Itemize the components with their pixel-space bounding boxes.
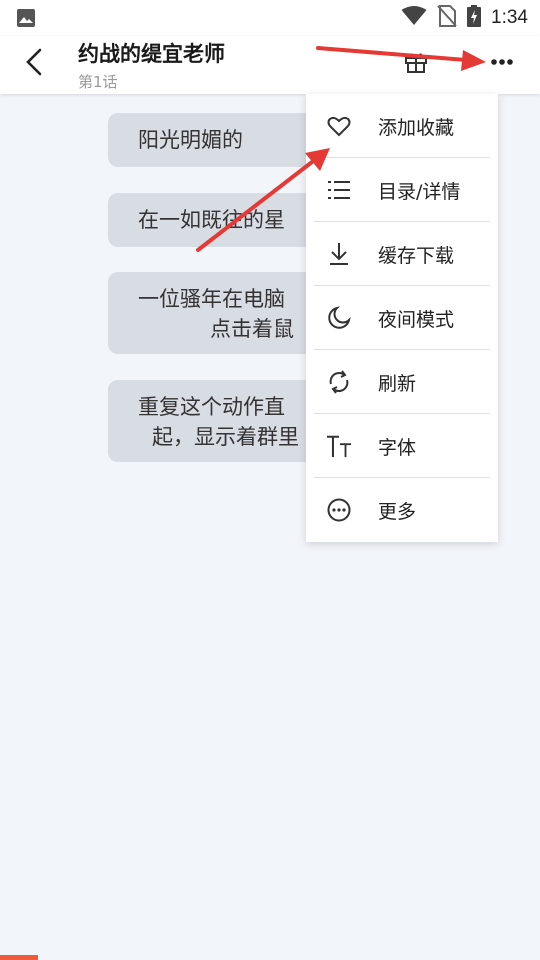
status-time: 1:34 [491, 7, 528, 28]
menu-item-download[interactable]: 缓存下载 [314, 222, 490, 286]
image-notification-icon [16, 8, 36, 32]
battery-icon [467, 5, 482, 31]
back-button[interactable] [16, 44, 52, 80]
menu-item-label: 刷新 [378, 372, 417, 395]
menu-item-more[interactable]: 更多 [314, 478, 490, 542]
menu-item-refresh[interactable]: 刷新 [314, 350, 490, 414]
gift-icon [405, 53, 427, 73]
menu-item-label: 添加收藏 [378, 116, 455, 139]
menu-item-night-mode[interactable]: 夜间模式 [314, 286, 490, 350]
ellipsis-icon [491, 59, 513, 65]
moon-icon [326, 305, 352, 331]
page-title: 约战的缇宜老师 [78, 42, 225, 66]
menu-item-label: 目录/详情 [378, 180, 461, 203]
overflow-menu: 添加收藏 目录/详情 缓存下载 夜间模式 刷新 字体 更多 [306, 94, 498, 542]
menu-item-label: 更多 [378, 500, 417, 523]
menu-item-label: 缓存下载 [378, 244, 455, 267]
menu-item-label: 字体 [378, 436, 417, 459]
list-icon [326, 177, 352, 203]
more-circle-icon [326, 497, 352, 523]
no-sim-icon [437, 5, 457, 31]
menu-item-catalog[interactable]: 目录/详情 [314, 158, 490, 222]
menu-item-font[interactable]: 字体 [314, 414, 490, 478]
heart-icon [326, 113, 352, 139]
menu-item-label: 夜间模式 [378, 308, 455, 331]
status-bar: 1:34 [0, 0, 540, 36]
chapter-subtitle: 第1话 [78, 73, 118, 91]
reader-screen: 1:34 约战的缇宜老师 第1话 阳光明媚的 在一如既往的星 一位骚年在电脑 点… [0, 0, 540, 960]
back-arrow-icon [26, 48, 42, 76]
wifi-icon [401, 6, 427, 30]
app-bar: 约战的缇宜老师 第1话 [0, 36, 540, 94]
more-options-button[interactable] [484, 46, 520, 78]
gift-button[interactable] [400, 46, 432, 78]
refresh-icon [326, 369, 352, 395]
font-icon [326, 433, 352, 459]
corner-mark [0, 955, 38, 960]
download-icon [326, 241, 352, 267]
menu-item-favorite[interactable]: 添加收藏 [314, 94, 490, 158]
